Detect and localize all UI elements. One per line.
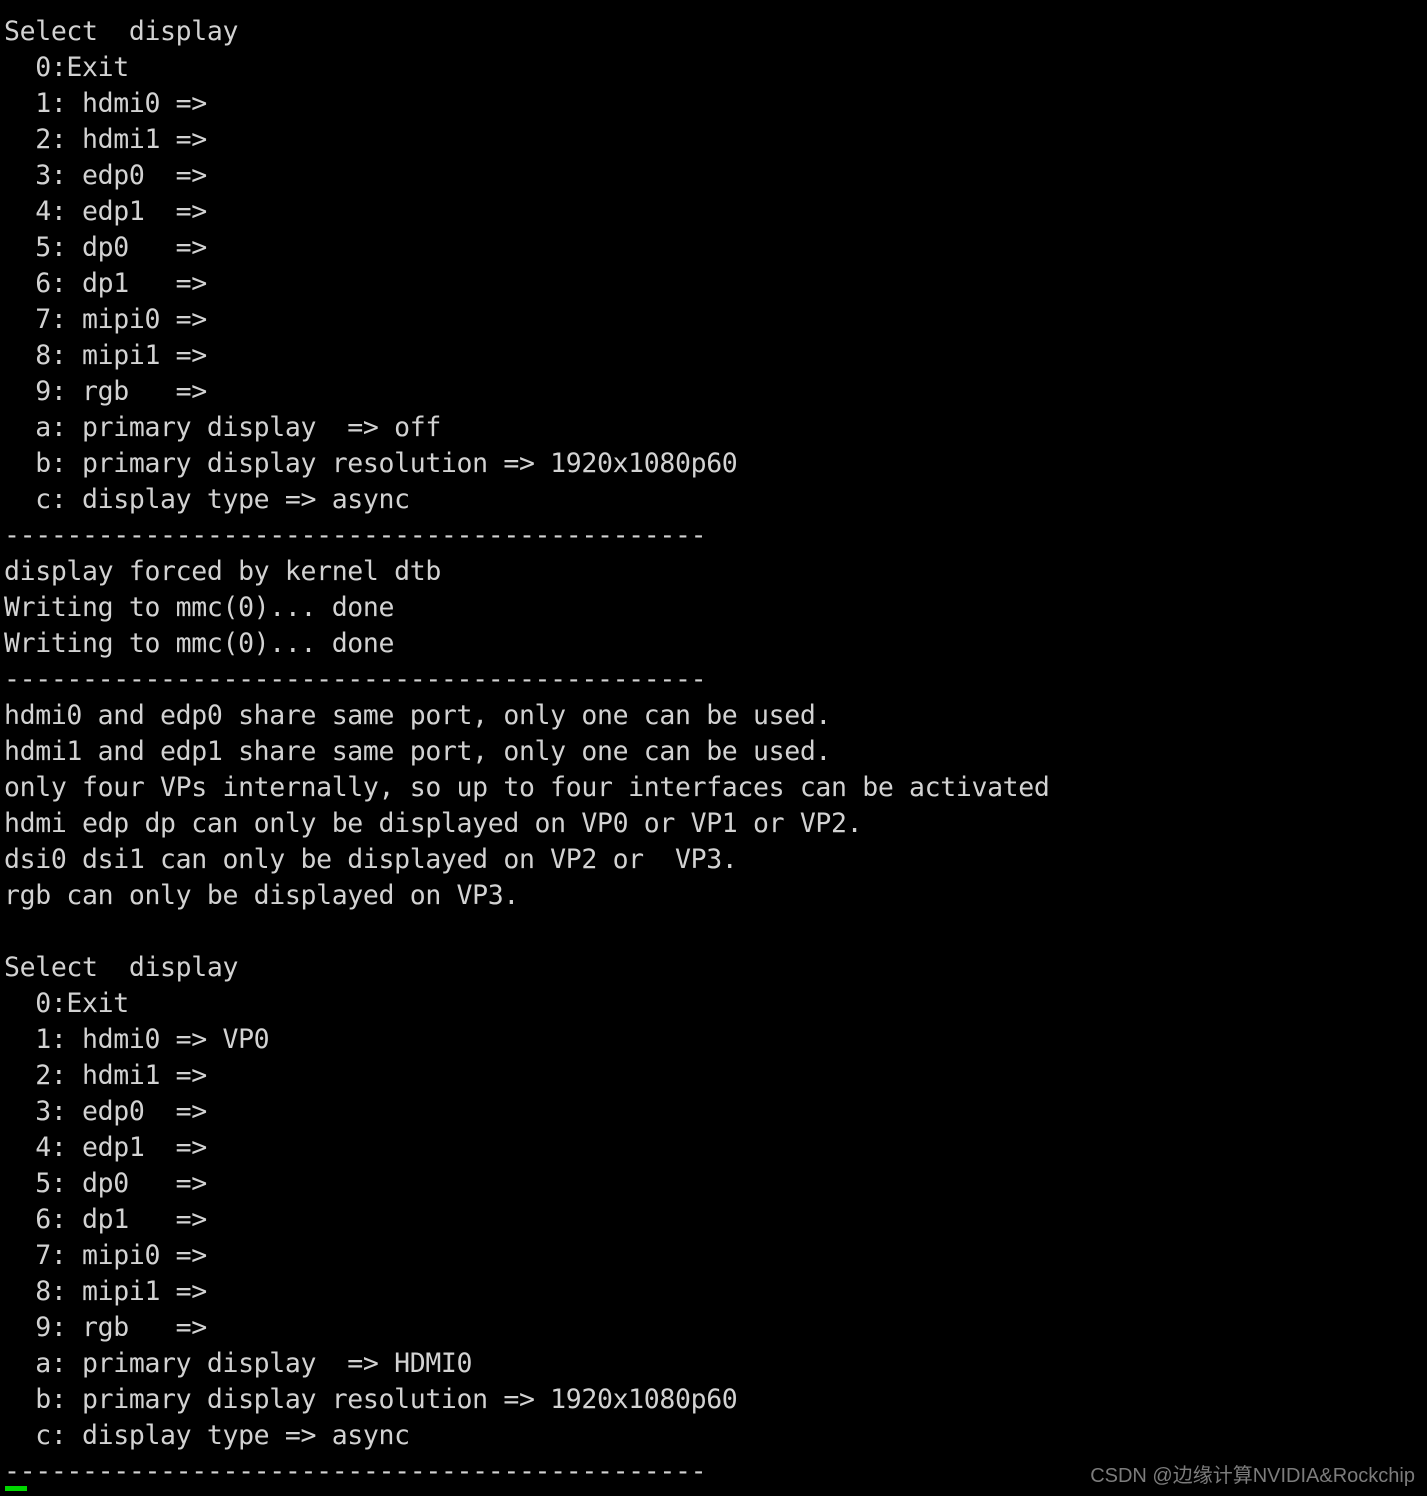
console-line: dsi0 dsi1 can only be displayed on VP2 o… [4, 844, 738, 875]
console-line: c: display type => async [4, 1420, 410, 1451]
console-line: 3: edp0 => [4, 160, 207, 191]
csdn-watermark: CSDN @边缘计算NVIDIA&Rockchip [1090, 1465, 1415, 1487]
console-line: b: primary display resolution => 1920x10… [4, 1384, 738, 1415]
console-line: b: primary display resolution => 1920x10… [4, 448, 738, 479]
console-line: 4: edp1 => [4, 1132, 207, 1163]
console-line: 1: hdmi0 => [4, 88, 207, 119]
console-line: 2: hdmi1 => [4, 124, 207, 155]
console-line: 5: dp0 => [4, 232, 207, 263]
console-line: 8: mipi1 => [4, 1276, 207, 1307]
console-line: hdmi1 and edp1 share same port, only one… [4, 736, 832, 767]
console-line: c: display type => async [4, 484, 410, 515]
console-line: hdmi edp dp can only be displayed on VP0… [4, 808, 863, 839]
console-line: a: primary display => HDMI0 [4, 1348, 473, 1379]
console-line: 6: dp1 => [4, 1204, 207, 1235]
console-line: display forced by kernel dtb [4, 556, 441, 587]
console-line: 9: rgb => [4, 376, 207, 407]
console-line: 7: mipi0 => [4, 304, 207, 335]
console-line: 8: mipi1 => [4, 340, 207, 371]
console-line: only four VPs internally, so up to four … [4, 772, 1050, 803]
console-line: 0:Exit [4, 988, 129, 1019]
console-line: 6: dp1 => [4, 268, 207, 299]
console-line: 4: edp1 => [4, 196, 207, 227]
console-line: Select display [4, 16, 239, 47]
console-output: Select display 0:Exit 1: hdmi0 => 2: hdm… [4, 14, 1424, 1490]
console-line: 2: hdmi1 => [4, 1060, 207, 1091]
console-line: rgb can only be displayed on VP3. [4, 880, 519, 911]
text-cursor [5, 1486, 27, 1491]
console-line: 7: mipi0 => [4, 1240, 207, 1271]
console-line: hdmi0 and edp0 share same port, only one… [4, 700, 832, 731]
console-line: 0:Exit [4, 52, 129, 83]
console-line: ----------------------------------------… [4, 520, 707, 551]
console-line: Writing to mmc(0)... done [4, 628, 395, 659]
console-line: ----------------------------------------… [4, 664, 707, 695]
console-line: 1: hdmi0 => VP0 [4, 1024, 270, 1055]
console-line: 5: dp0 => [4, 1168, 207, 1199]
console-line: Select display [4, 952, 239, 983]
terminal-screen: Select display 0:Exit 1: hdmi0 => 2: hdm… [0, 0, 1427, 1496]
console-line: 3: edp0 => [4, 1096, 207, 1127]
console-line: Writing to mmc(0)... done [4, 592, 395, 623]
console-line: 9: rgb => [4, 1312, 207, 1343]
console-line: a: primary display => off [4, 412, 441, 443]
